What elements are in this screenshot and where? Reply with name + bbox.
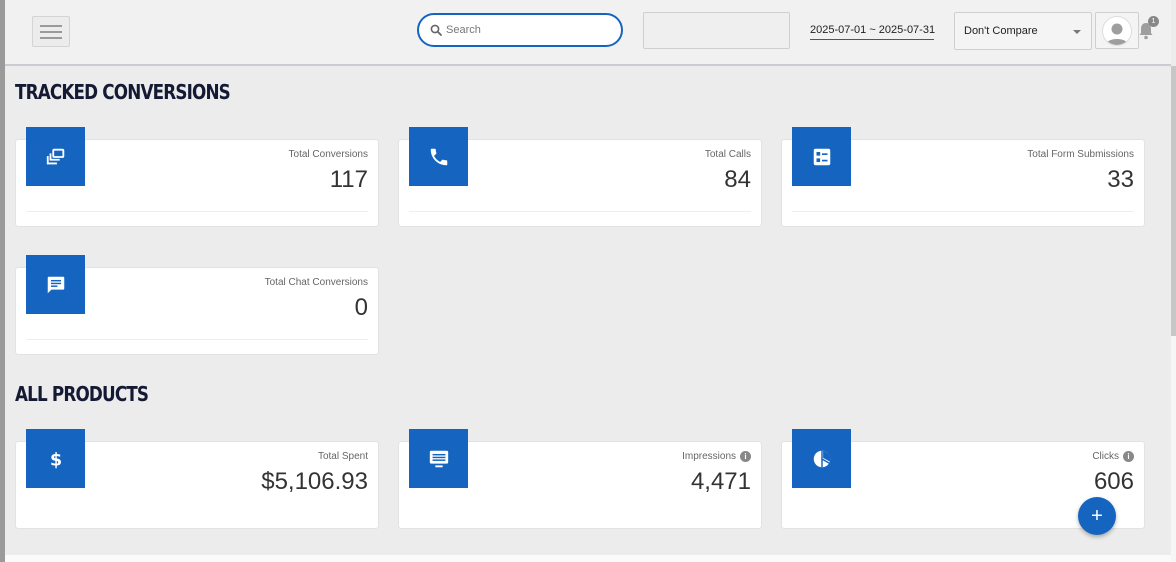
card-icon-tile bbox=[26, 127, 85, 186]
compare-select[interactable]: Don't Compare bbox=[954, 12, 1092, 50]
metric-card-impressions: Impressions i 4,471 bbox=[399, 429, 761, 528]
card-label-text: Impressions bbox=[682, 451, 736, 462]
card-icon-tile bbox=[26, 255, 85, 314]
window-edge bbox=[0, 0, 5, 562]
card-value: 84 bbox=[724, 166, 751, 193]
card-icon-tile bbox=[409, 429, 468, 488]
metric-card-total-calls: Total Calls 84 bbox=[399, 127, 761, 226]
card-label-text: Clicks bbox=[1092, 451, 1119, 462]
card-divider bbox=[26, 211, 368, 212]
menu-line-icon bbox=[40, 36, 62, 39]
search-box[interactable] bbox=[417, 13, 623, 47]
section-title-tracked-conversions: Tracked Conversions bbox=[15, 80, 231, 104]
add-fab-button[interactable]: + bbox=[1078, 497, 1116, 535]
search-input[interactable] bbox=[446, 24, 616, 36]
section-title-all-products: All Products bbox=[15, 382, 149, 406]
card-label: Total Form Submissions bbox=[1027, 149, 1134, 160]
card-value: 606 bbox=[1093, 468, 1134, 495]
card-icon-tile bbox=[409, 127, 468, 186]
menu-line-icon bbox=[40, 24, 62, 27]
user-avatar-button[interactable] bbox=[1095, 12, 1139, 49]
search-icon bbox=[430, 24, 442, 36]
phone-icon bbox=[430, 148, 447, 165]
card-value: $5,106.93 bbox=[261, 468, 368, 495]
card-divider bbox=[409, 211, 751, 212]
chat-icon bbox=[47, 276, 64, 293]
date-range-picker[interactable]: 2025-07-01 ~ 2025-07-31 bbox=[810, 24, 935, 40]
monitor-icon bbox=[429, 450, 448, 467]
metric-card-total-conversions: Total Conversions 117 bbox=[16, 127, 378, 226]
card-value: 4,471 bbox=[690, 468, 751, 495]
collection-icon bbox=[46, 148, 64, 164]
card-label: Impressions i bbox=[682, 451, 751, 462]
compare-select-value: Don't Compare bbox=[964, 25, 1038, 37]
notification-badge: 1 bbox=[1148, 16, 1159, 27]
card-value: 117 bbox=[329, 166, 368, 193]
card-label: Total Chat Conversions bbox=[264, 277, 368, 288]
svg-text:$: $ bbox=[49, 450, 61, 470]
card-icon-tile bbox=[792, 429, 851, 488]
scrollbar-thumb[interactable] bbox=[1171, 66, 1176, 336]
card-value: 0 bbox=[354, 294, 368, 321]
avatar bbox=[1102, 15, 1132, 46]
card-label: Total Spent bbox=[317, 451, 368, 462]
metric-card-total-chat-conversions: Total Chat Conversions 0 bbox=[16, 255, 378, 354]
metric-card-total-spent: $ Total Spent $5,106.93 bbox=[16, 429, 378, 528]
card-divider bbox=[26, 339, 368, 340]
metric-card-total-form-submissions: Total Form Submissions 33 bbox=[782, 127, 1144, 226]
user-silhouette-icon bbox=[1106, 23, 1128, 45]
empty-filter-box[interactable] bbox=[643, 12, 790, 49]
bottom-strip bbox=[5, 555, 1171, 562]
info-icon[interactable]: i bbox=[1123, 451, 1134, 462]
hamburger-menu-button[interactable] bbox=[32, 16, 70, 47]
top-bar: 2025-07-01 ~ 2025-07-31 Don't Compare bbox=[5, 0, 1171, 66]
card-label: Total Conversions bbox=[288, 149, 368, 160]
card-icon-tile bbox=[792, 127, 851, 186]
info-icon[interactable]: i bbox=[740, 451, 751, 462]
card-label: Clicks i bbox=[1092, 451, 1134, 462]
chevron-down-icon bbox=[1073, 30, 1081, 34]
card-label: Total Calls bbox=[704, 149, 751, 160]
pie-chart-icon bbox=[813, 450, 830, 467]
form-list-icon bbox=[813, 148, 830, 165]
card-divider bbox=[792, 211, 1134, 212]
dollar-icon: $ bbox=[49, 450, 61, 470]
menu-line-icon bbox=[40, 30, 62, 33]
card-value: 33 bbox=[1107, 166, 1134, 193]
card-icon-tile: $ bbox=[26, 429, 85, 488]
